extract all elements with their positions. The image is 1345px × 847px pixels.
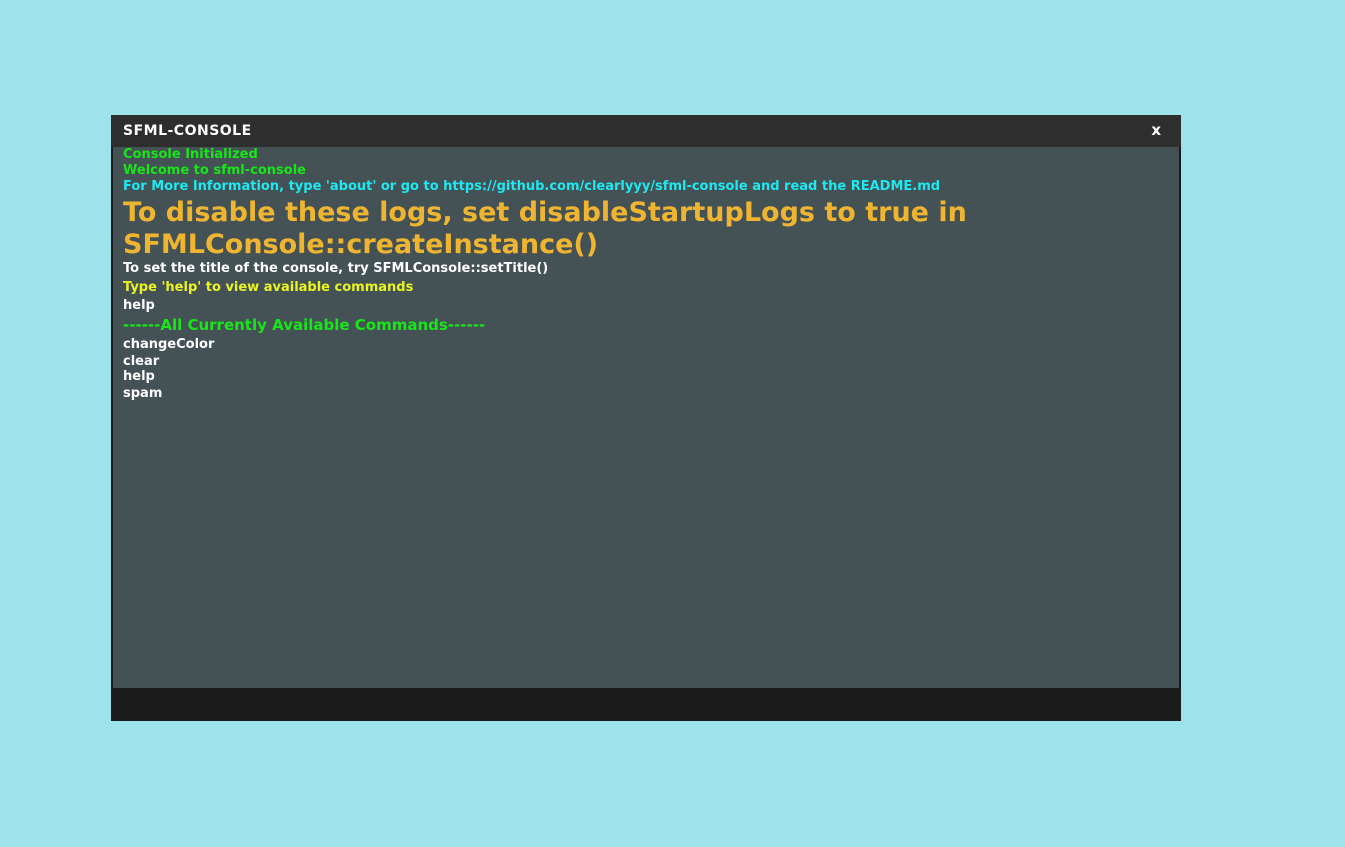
log-line-type-help: Type 'help' to view available commands	[123, 280, 414, 295]
window-title: SFML-CONSOLE	[123, 123, 252, 139]
command-item-clear: clear	[123, 354, 160, 369]
log-line-set-title: To set the title of the console, try SFM…	[123, 261, 549, 276]
command-item-changecolor: changeColor	[123, 337, 215, 352]
log-line-disable-logs: To disable these logs, set disableStartu…	[123, 197, 967, 260]
log-line-console-initialized: Console Initialized	[123, 147, 258, 162]
command-input[interactable]	[113, 688, 1179, 719]
close-button[interactable]: x	[1151, 122, 1161, 138]
title-bar[interactable]: SFML-CONSOLE x	[111, 115, 1181, 147]
command-item-spam: spam	[123, 386, 163, 401]
log-area[interactable]: Console Initialized Welcome to sfml-cons…	[113, 147, 1179, 688]
log-line-more-information: For More Information, type 'about' or go…	[123, 179, 941, 194]
log-line-commands-header: ------All Currently Available Commands--…	[123, 316, 486, 334]
console-window: SFML-CONSOLE x Console Initialized Welco…	[111, 115, 1181, 721]
log-line-help-echo: help	[123, 298, 155, 313]
log-line-welcome: Welcome to sfml-console	[123, 163, 306, 178]
command-item-help: help	[123, 369, 155, 384]
command-input-bar	[113, 688, 1179, 719]
